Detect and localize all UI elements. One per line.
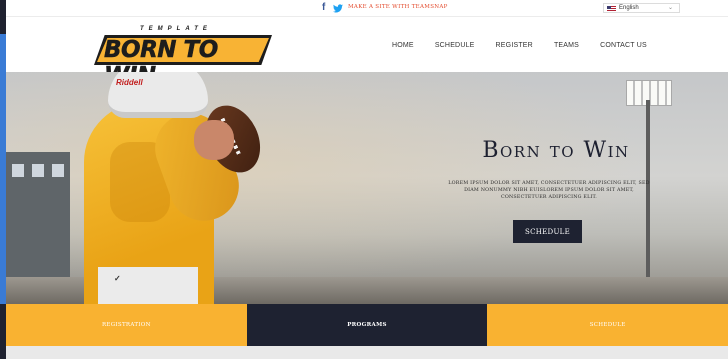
us-flag-icon bbox=[607, 6, 616, 11]
quarterback-image: Riddell ✓ bbox=[80, 72, 280, 304]
teamsnap-promo-link[interactable]: Make a site with TeamSnap bbox=[348, 4, 448, 10]
chevron-down-icon: ⌄ bbox=[667, 5, 673, 11]
twitter-icon[interactable] bbox=[333, 3, 343, 13]
logo-template-text: TEMPLATE bbox=[140, 26, 212, 32]
site-header: TEMPLATE BORN TO WIN HOME SCHEDULE REGIS… bbox=[6, 17, 728, 89]
feature-tiles: Registration Programs Schedule bbox=[6, 304, 728, 346]
nav-home[interactable]: HOME bbox=[392, 42, 414, 49]
nav-register[interactable]: REGISTER bbox=[496, 42, 533, 49]
tile-registration[interactable]: Registration bbox=[6, 304, 247, 346]
hero-banner: Riddell ✓ Born to Win LOREM IPSUM DOLOR … bbox=[6, 72, 728, 304]
swoosh-logo: ✓ bbox=[114, 274, 121, 283]
nav-schedule[interactable]: SCHEDULE bbox=[435, 42, 475, 49]
language-label: English bbox=[619, 5, 639, 11]
site-logo[interactable]: TEMPLATE BORN TO WIN bbox=[94, 26, 272, 89]
nav-contact-us[interactable]: CONTACT US bbox=[600, 42, 647, 49]
page-bottom-strip bbox=[6, 346, 728, 359]
social-links: f bbox=[322, 3, 343, 13]
player-pants bbox=[98, 267, 198, 304]
player-hand bbox=[194, 120, 234, 160]
top-utility-bar: f Make a site with TeamSnap English ⌄ bbox=[6, 0, 728, 17]
language-select[interactable]: English ⌄ bbox=[603, 3, 680, 13]
hero-description: LOREM IPSUM DOLOR SIT AMET, CONSECTETUER… bbox=[448, 181, 650, 200]
tile-programs[interactable]: Programs bbox=[246, 304, 488, 346]
press-box-window bbox=[12, 164, 24, 177]
main-nav: HOME SCHEDULE REGISTER TEAMS CONTACT US bbox=[392, 42, 668, 49]
helmet-brand: Riddell bbox=[116, 78, 143, 87]
press-box-window bbox=[52, 164, 64, 177]
nav-teams[interactable]: TEAMS bbox=[554, 42, 579, 49]
hero-title: Born to Win bbox=[482, 138, 630, 163]
schedule-button[interactable]: SCHEDULE bbox=[513, 220, 582, 243]
facebook-icon[interactable]: f bbox=[322, 3, 328, 13]
press-box-window bbox=[32, 164, 44, 177]
tile-schedule[interactable]: Schedule bbox=[487, 304, 728, 346]
